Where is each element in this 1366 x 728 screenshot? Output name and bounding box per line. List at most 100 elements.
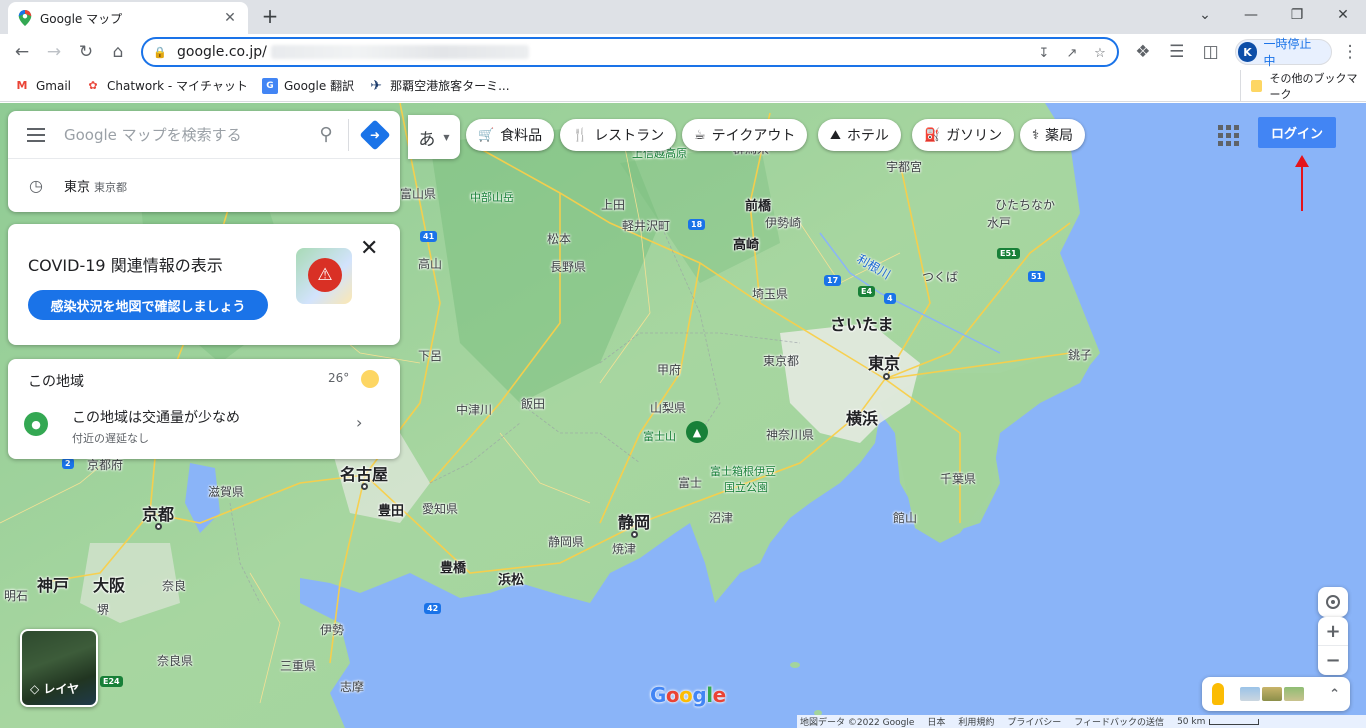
map-label-kyoto: 京都 [142, 505, 175, 524]
menu-kebab-icon[interactable]: ⋮ [1334, 36, 1366, 68]
layers-button[interactable]: ◇ レイヤ [20, 629, 98, 707]
covid-card: COVID-19 関連情報の表示 感染状況を地図で確認しましょう ⚠ ✕ [8, 224, 400, 345]
map-label-tokyo: 東京 [868, 354, 901, 373]
privacy-link[interactable]: プライバシー [1007, 715, 1061, 728]
search-history-item[interactable]: ◷ 東京 東京都 [8, 159, 400, 211]
side-panel-icon[interactable]: ◫ [1195, 36, 1227, 68]
tab-close-icon[interactable]: ✕ [222, 10, 238, 26]
profile-button[interactable]: K 一時停止中 [1234, 37, 1333, 68]
browser-toolbar: ← → ↻ ⌂ 🔒 google.co.jp/ ↧ ↗ ☆ ❖ ☰ ◫ K 一時… [0, 34, 1366, 70]
mountain-pin-icon[interactable]: ▲ [686, 421, 708, 443]
close-window-button[interactable]: ✕ [1320, 0, 1366, 30]
route-shield: 17 [824, 275, 842, 286]
chip-label: ガソリン [946, 128, 1003, 144]
imagery-thumb[interactable] [1284, 687, 1304, 701]
new-tab-button[interactable]: + [258, 4, 282, 28]
tab-search-icon[interactable]: ⌄ [1182, 0, 1228, 30]
map-label-yokohama: 横浜 [846, 409, 879, 428]
map-label-osaka: 大阪 [93, 576, 126, 595]
pegman-icon[interactable] [1212, 683, 1224, 705]
map-label-tateyama: 館山 [893, 511, 918, 525]
traffic-subtitle: 付近の遅延なし [72, 432, 149, 445]
chip-takeout[interactable]: ☕ テイクアウト [682, 119, 808, 151]
location-target-icon [1326, 595, 1340, 609]
forward-arrow-icon[interactable]: → [38, 36, 70, 68]
feedback-link[interactable]: フィードバックの送信 [1074, 715, 1164, 728]
bookmark-label: 那覇空港旅客ターミ... [390, 79, 510, 93]
chevron-up-icon[interactable]: ⌃ [1329, 687, 1340, 702]
map-label-akashi: 明石 [4, 589, 29, 603]
other-bookmarks[interactable]: その他のブックマーク [1240, 70, 1366, 102]
route-shield: 42 [424, 603, 442, 614]
bookmark-translate[interactable]: G Google 翻訳 [261, 77, 354, 94]
bookmark-gmail[interactable]: M Gmail [14, 78, 72, 94]
gmail-icon: M [16, 79, 28, 92]
address-bar[interactable]: 🔒 google.co.jp/ ↧ ↗ ☆ [141, 37, 1119, 67]
address-url-redacted [270, 45, 529, 59]
zoom-in-button[interactable]: + [1318, 617, 1348, 646]
bookmark-chatwork[interactable]: ✿ Chatwork - マイチャット [85, 77, 248, 94]
map-canvas[interactable]: 東京 横浜 さいたま 名古屋 静岡 京都 大阪 神戸 浜松 豊橋 豊田 前橋 高… [0, 103, 1366, 728]
browser-tab[interactable]: Google マップ ✕ [8, 2, 248, 34]
minimize-button[interactable]: — [1228, 0, 1274, 30]
lock-icon: 🔒 [153, 45, 167, 59]
chip-pharmacy[interactable]: ⚕ 薬局 [1020, 119, 1086, 151]
area-title: この地域 [28, 374, 84, 390]
bookmark-naha[interactable]: ✈ 那覇空港旅客ターミ... [368, 77, 509, 94]
chip-groceries[interactable]: 🛒 食料品 [466, 119, 555, 151]
search-icon[interactable]: ⚲ [304, 124, 348, 145]
directions-icon: ➜ [358, 118, 391, 151]
map-data-credit: 地図データ ©2022 Google [800, 718, 915, 728]
reload-icon[interactable]: ↻ [70, 36, 102, 68]
bookmark-star-icon[interactable]: ☆ [1089, 43, 1111, 63]
map-label-kanagawa-ken: 神奈川県 [766, 428, 815, 442]
chip-restaurants[interactable]: 🍴 レストラン [560, 119, 677, 151]
takeout-icon: ☕ [694, 127, 706, 143]
directions-button[interactable]: ➜ [348, 118, 400, 151]
home-icon[interactable]: ⌂ [102, 36, 134, 68]
history-region: 東京都 [94, 180, 128, 194]
login-button[interactable]: ログイン [1258, 117, 1336, 148]
covid-map-button[interactable]: 感染状況を地図で確認しましょう [28, 290, 268, 320]
terms-link[interactable]: 利用規約 [958, 715, 994, 728]
zoom-out-button[interactable]: − [1318, 646, 1348, 675]
my-location-button[interactable] [1318, 587, 1348, 617]
covid-illustration: ⚠ [296, 248, 352, 304]
history-clock-icon: ◷ [29, 175, 43, 195]
map-label-matsumoto: 松本 [547, 232, 572, 246]
chip-gas[interactable]: ⛽ ガソリン [912, 119, 1015, 151]
chip-label: 薬局 [1045, 128, 1074, 144]
map-label-fujihakone: 富士箱根伊豆 [710, 465, 776, 478]
back-arrow-icon[interactable]: ← [6, 36, 38, 68]
map-label-mie-ken: 三重県 [280, 659, 317, 673]
imagery-thumb[interactable] [1240, 687, 1260, 701]
hamburger-menu-icon[interactable] [8, 127, 64, 142]
chip-label: 食料品 [500, 128, 543, 144]
attribution-bar: 地図データ ©2022 Google 日本 利用規約 プライバシー フィードバッ… [797, 715, 1366, 728]
warning-icon: ⚠ [308, 258, 342, 292]
imagery-tray: ⌃ [1202, 677, 1350, 711]
traffic-title[interactable]: この地域は交通量が少なめ [72, 407, 240, 427]
pharmacy-icon: ⚕ [1032, 127, 1040, 143]
history-place: 東京 [64, 179, 91, 195]
apps-grid-icon[interactable] [1216, 123, 1240, 147]
imagery-thumb[interactable] [1262, 687, 1282, 701]
search-input[interactable]: Google マップを検索する [64, 124, 304, 145]
media-control-icon[interactable]: ☰ [1161, 36, 1193, 68]
map-label-nara: 奈良 [162, 579, 187, 593]
restore-button[interactable]: ❐ [1274, 0, 1320, 30]
close-icon[interactable]: ✕ [360, 236, 378, 261]
chatwork-icon: ✿ [88, 79, 98, 92]
red-arrow-annotation [1295, 155, 1309, 211]
chevron-right-icon[interactable]: › [356, 413, 362, 432]
country-link[interactable]: 日本 [927, 715, 945, 728]
input-method-button[interactable]: あ ▼ [408, 115, 460, 159]
map-label-kokuritsu: 国立公園 [724, 481, 768, 494]
share-icon[interactable]: ↗ [1061, 43, 1083, 63]
chip-hotels[interactable]: ⛰ ホテル [818, 119, 901, 151]
map-label-isesaki: 伊勢崎 [765, 216, 802, 230]
install-app-icon[interactable]: ↧ [1033, 43, 1055, 63]
extensions-icon[interactable]: ❖ [1127, 36, 1159, 68]
map-label-kofu: 甲府 [657, 363, 682, 377]
map-label-saitama-ken: 埼玉県 [752, 287, 789, 301]
